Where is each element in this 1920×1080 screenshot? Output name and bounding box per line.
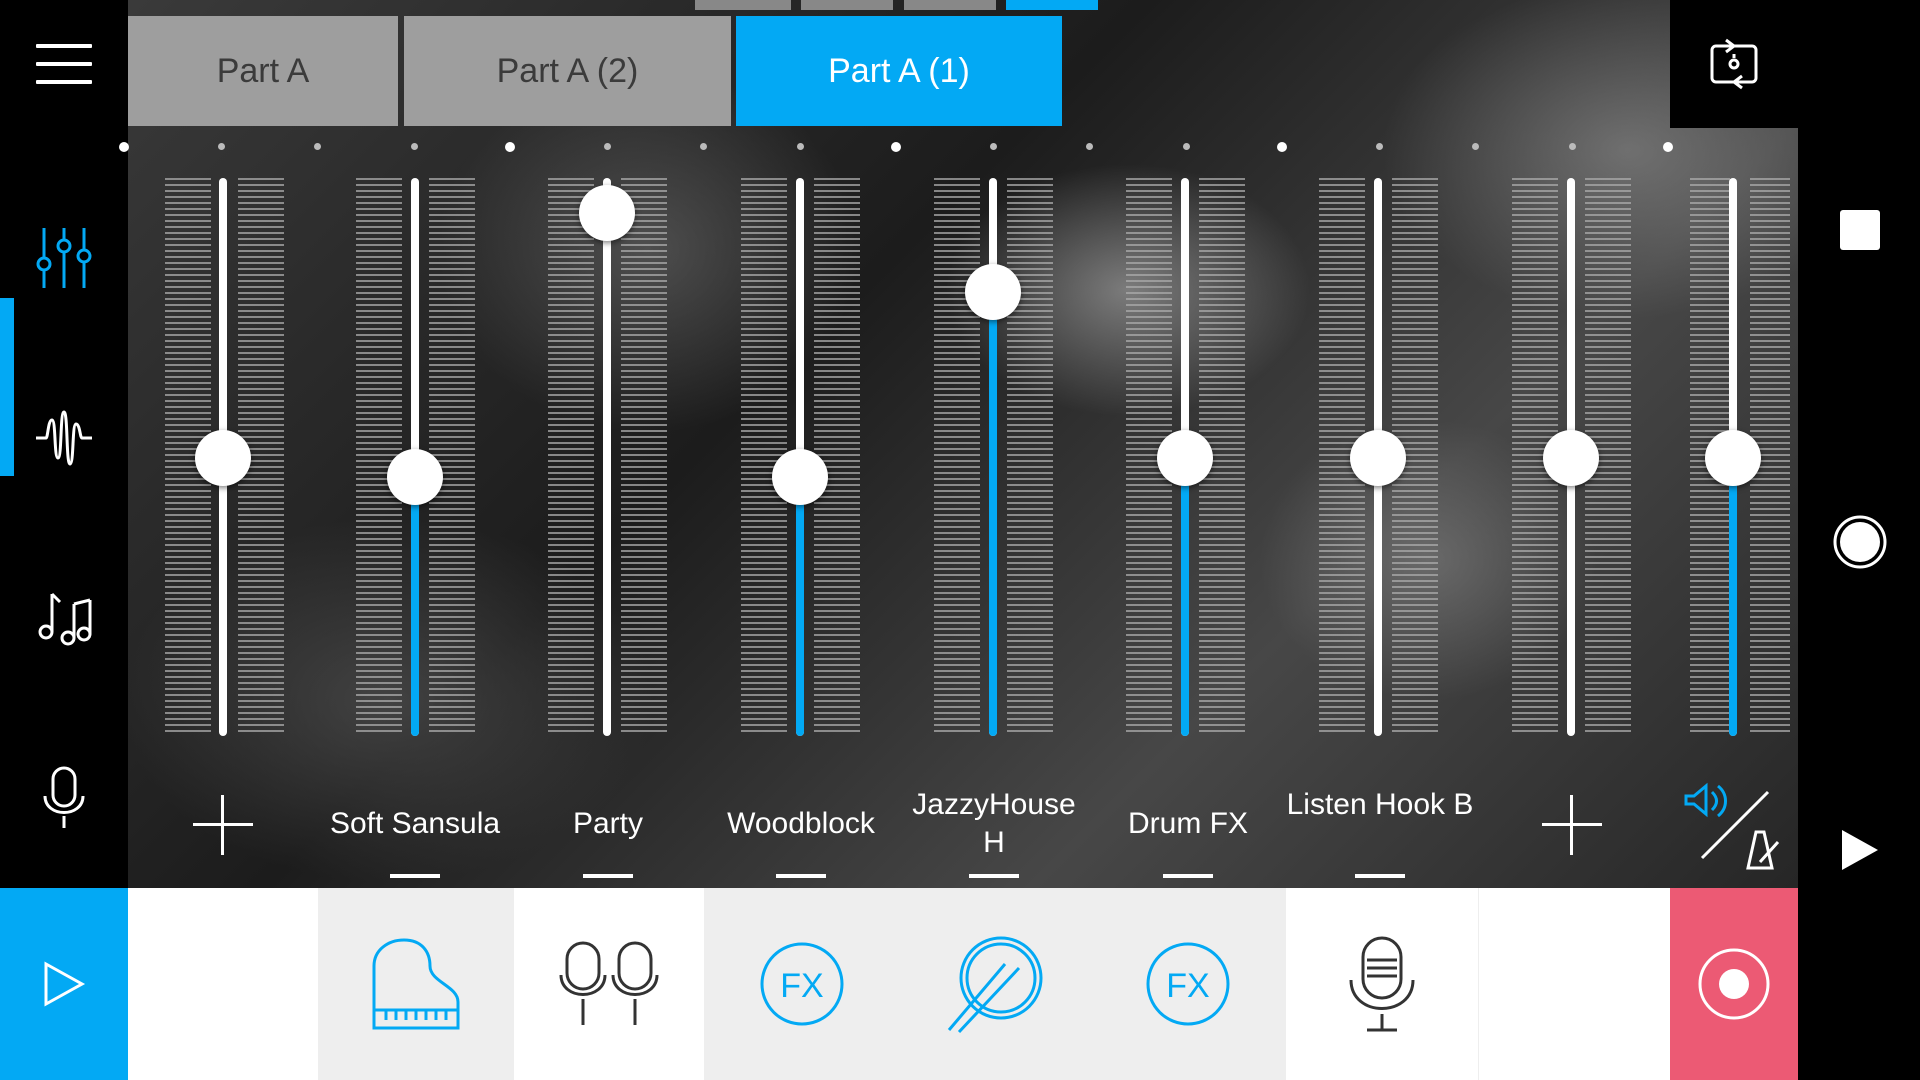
svg-text:FX: FX bbox=[1166, 967, 1209, 1005]
fader-knob[interactable] bbox=[195, 430, 251, 486]
microphone-icon bbox=[43, 766, 85, 828]
instrument-microphone[interactable] bbox=[1286, 888, 1478, 1080]
channel-underline bbox=[776, 874, 826, 878]
channel-dot-major bbox=[119, 142, 129, 152]
microphone-icon bbox=[1349, 936, 1415, 1032]
add-channel-button[interactable] bbox=[1542, 795, 1602, 855]
level-meter-right bbox=[1007, 178, 1053, 736]
channel-underline bbox=[969, 874, 1019, 878]
fader-fill bbox=[796, 477, 804, 736]
drum-sticks-icon bbox=[947, 936, 1043, 1034]
channel-dot-minor bbox=[989, 143, 997, 150]
waveform-icon bbox=[36, 410, 92, 466]
channel-label[interactable]: JazzyHouse H bbox=[899, 786, 1089, 862]
channel-dot-major bbox=[505, 142, 515, 152]
fader-fill bbox=[1181, 458, 1189, 736]
channel-dot-minor bbox=[603, 143, 611, 150]
fx-icon: FX bbox=[1146, 942, 1230, 1026]
channel-label[interactable]: Listen Hook B bbox=[1285, 786, 1475, 824]
volume-metronome-toggle-icon[interactable] bbox=[1682, 772, 1784, 874]
channel-underline bbox=[390, 874, 440, 878]
mixer-sliders-icon bbox=[36, 228, 92, 288]
add-channel-button[interactable] bbox=[193, 795, 253, 855]
level-meter-right bbox=[429, 178, 475, 736]
fader-fill bbox=[1729, 458, 1737, 736]
instrument-drums[interactable] bbox=[900, 888, 1090, 1080]
page-indicator-1 bbox=[695, 0, 791, 10]
play-button[interactable] bbox=[0, 888, 128, 1080]
tab-part-a[interactable]: Part A bbox=[128, 16, 398, 126]
record-icon bbox=[1698, 948, 1770, 1020]
sidebar-item-record-mic[interactable] bbox=[24, 758, 104, 838]
channel-label[interactable]: Soft Sansula bbox=[320, 805, 510, 843]
fader-knob[interactable] bbox=[1543, 430, 1599, 486]
channel-label[interactable]: Woodblock bbox=[706, 805, 896, 843]
tab-part-a-2[interactable]: Part A (2) bbox=[404, 16, 731, 126]
instrument-fx-2[interactable]: FX bbox=[1090, 888, 1286, 1080]
channel-dot-minor bbox=[314, 143, 321, 150]
channel-dot-major bbox=[891, 142, 901, 152]
channel-dot-minor bbox=[1182, 143, 1190, 150]
level-meter-right bbox=[814, 178, 860, 736]
channel-dot-minor bbox=[796, 143, 804, 150]
back-play-icon[interactable] bbox=[1840, 828, 1880, 872]
channel-dot-minor bbox=[217, 143, 225, 150]
page-indicator-2 bbox=[801, 0, 893, 10]
recents-square-icon[interactable] bbox=[1840, 210, 1880, 250]
play-outline-icon bbox=[44, 961, 86, 1007]
channel-dot-minor bbox=[1568, 143, 1576, 150]
sidebar-item-mixer[interactable] bbox=[24, 218, 104, 298]
svg-text:FX: FX bbox=[780, 967, 823, 1005]
fader-knob[interactable] bbox=[1350, 430, 1406, 486]
hamburger-menu-icon[interactable] bbox=[36, 44, 92, 84]
fader-knob[interactable] bbox=[965, 264, 1021, 320]
music-notes-icon bbox=[38, 592, 92, 646]
fader-knob[interactable] bbox=[1157, 430, 1213, 486]
fader-knob[interactable] bbox=[1705, 430, 1761, 486]
fader-fill bbox=[989, 292, 997, 736]
level-meter-right bbox=[621, 178, 667, 736]
system-nav-bar bbox=[1798, 0, 1920, 1080]
top-right-bar bbox=[1670, 0, 1798, 128]
instrument-fx-1[interactable]: FX bbox=[704, 888, 900, 1080]
channel-dot-minor bbox=[410, 143, 418, 150]
channel-dot-minor bbox=[700, 143, 707, 150]
fader-track bbox=[603, 178, 611, 736]
channel-dot-minor bbox=[1086, 143, 1093, 150]
fx-icon: FX bbox=[760, 942, 844, 1026]
page-indicator-3 bbox=[904, 0, 996, 10]
double-microphone-icon bbox=[559, 941, 659, 1025]
page-indicator-active bbox=[1006, 0, 1098, 10]
fader-fill bbox=[411, 477, 419, 736]
sidebar-item-sequencer[interactable] bbox=[24, 578, 104, 658]
channel-label[interactable]: Drum FX bbox=[1093, 805, 1283, 843]
channel-dot-minor bbox=[1375, 143, 1383, 150]
left-sidebar bbox=[0, 128, 128, 888]
tab-part-a-1[interactable]: Part A (1) bbox=[736, 16, 1062, 126]
instrument-piano[interactable] bbox=[318, 888, 514, 1080]
channel-label[interactable]: Party bbox=[513, 805, 703, 843]
channel-dot-major bbox=[1663, 142, 1673, 152]
record-button[interactable] bbox=[1670, 888, 1798, 1080]
fader-knob[interactable] bbox=[579, 185, 635, 241]
sidebar-item-waveform[interactable] bbox=[24, 398, 104, 478]
loop-switch-icon[interactable] bbox=[1706, 36, 1762, 92]
channel-underline bbox=[1163, 874, 1213, 878]
home-circle-icon[interactable] bbox=[1832, 514, 1888, 570]
top-left-bar bbox=[0, 0, 128, 128]
channel-dot-minor bbox=[1472, 143, 1479, 150]
grand-piano-icon bbox=[372, 938, 460, 1030]
level-meter-left bbox=[934, 178, 980, 736]
level-meter-left bbox=[548, 178, 594, 736]
channel-dot-major bbox=[1277, 142, 1287, 152]
sidebar-active-indicator bbox=[0, 298, 14, 476]
fader-knob[interactable] bbox=[387, 449, 443, 505]
channel-underline bbox=[583, 874, 633, 878]
fader-knob[interactable] bbox=[772, 449, 828, 505]
instrument-vocals[interactable] bbox=[514, 888, 704, 1080]
instrument-empty-slot[interactable] bbox=[1478, 888, 1671, 1080]
channel-underline bbox=[1355, 874, 1405, 878]
